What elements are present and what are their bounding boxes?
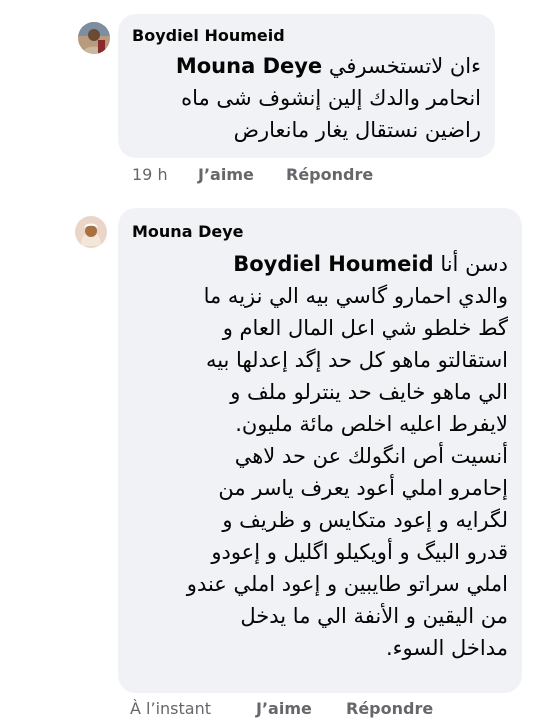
comment-line: الي ماهو خايف حد ينترلو ملف و xyxy=(230,380,508,404)
comment-line: املي سراتو طايبين و إعود املي عندو xyxy=(186,572,508,596)
comment-author[interactable]: Mouna Deye xyxy=(132,222,243,241)
comment-bubble: Mouna Deye Boydiel Houmeid دسن أنا والدي… xyxy=(118,208,522,693)
comment-text: دسن أنا xyxy=(440,252,508,276)
avatar[interactable] xyxy=(75,216,107,248)
comment-line: استقالتو ماهو كل حد إگد إعدلها بيه xyxy=(205,348,508,372)
comment-line: قدرو البيگ و أويكيلو اگليل و إعودو xyxy=(211,540,508,564)
comment-line: لايفرط اعليه اخلص مائة مليون. xyxy=(235,412,508,436)
comment-line: من اليقين و الأنفة الي ما يدخل xyxy=(240,604,508,628)
comment-time[interactable]: À l’instant xyxy=(130,699,211,718)
comment-line: والدي احمارو گاسي بيه الي نزيه ما xyxy=(203,284,508,308)
comment-line: گط خلطو شي اعل المال العام و xyxy=(222,316,508,340)
comment-line: أنسيت أص انگولك عن حد لاهي xyxy=(234,444,508,468)
like-button[interactable]: J’aime xyxy=(256,699,312,718)
comment-line: لگرايه و إعود متكايس و ظريف و xyxy=(222,508,508,532)
comment-actions: À l’instant J’aime Répondre xyxy=(130,699,460,720)
comment-line: إحامرو املي أعود يعرف ياسر من xyxy=(218,476,508,500)
comment-line: Boydiel Houmeid دسن أنا xyxy=(233,252,508,276)
comment-line: مداخل السوء. xyxy=(385,636,508,660)
comment-2: Mouna Deye Boydiel Houmeid دسن أنا والدي… xyxy=(0,0,540,720)
mention-link[interactable]: Boydiel Houmeid xyxy=(233,252,433,276)
profile-photo-icon xyxy=(75,216,107,248)
reply-button[interactable]: Répondre xyxy=(346,699,433,718)
